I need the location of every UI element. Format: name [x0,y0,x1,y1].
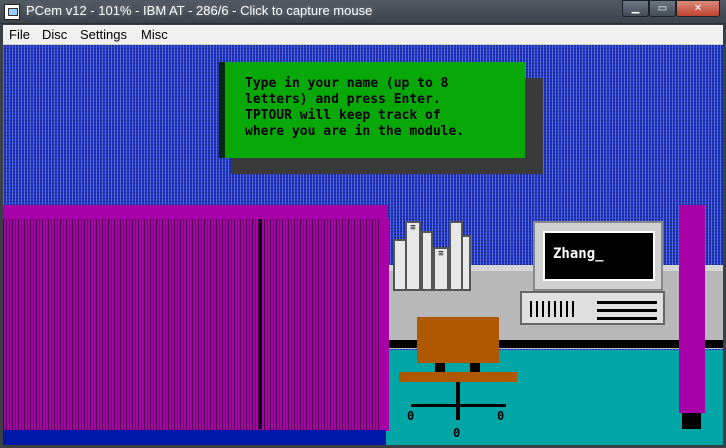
chair-wheel: 0 [497,409,505,423]
name-input[interactable]: Zhang_ [553,246,604,262]
maximize-button[interactable]: ▭ [649,0,676,17]
chair-seat [399,372,517,382]
vent [548,301,550,317]
vent [542,301,544,317]
vent [572,301,574,317]
cabinet-edge [381,219,389,431]
menu-settings[interactable]: Settings [80,27,127,42]
storage-cabinet [3,205,388,430]
book [461,235,471,291]
book: ≡ [405,221,421,291]
bookshelf: ≡ ≡ [393,221,471,291]
disk-drive [597,309,657,312]
menu-file[interactable]: File [9,27,30,42]
disk-drive [597,317,657,320]
monitor-screen: Zhang_ [543,231,655,281]
title-bar[interactable]: PCem v12 - 101% - IBM AT - 286/6 - Click… [0,0,726,24]
minimize-button[interactable]: ▁ [622,0,649,17]
pillar [679,205,705,413]
cabinet-divider [259,219,262,429]
floor-strip [3,430,386,445]
dialog-message: Type in your name (up to 8 letters) and … [245,76,465,139]
vent [566,301,568,317]
app-icon [4,4,20,20]
computer-monitor: Zhang_ [533,221,663,291]
menu-disc[interactable]: Disc [42,27,67,42]
menu-misc[interactable]: Misc [141,27,168,42]
vent [560,301,562,317]
computer-unit [520,291,665,325]
chair-base [411,404,506,407]
chair-back [417,317,499,363]
book: ≡ [433,247,449,291]
disk-drive [597,301,657,304]
window-title: PCem v12 - 101% - IBM AT - 286/6 - Click… [26,3,373,18]
cabinet-top [3,205,388,219]
name-prompt-dialog: Type in your name (up to 8 letters) and … [219,62,525,158]
menu-bar: File Disc Settings Misc [3,25,723,45]
book [421,231,433,291]
chair-wheel: 0 [453,426,461,440]
emulator-window: PCem v12 - 101% - IBM AT - 286/6 - Click… [0,0,726,448]
emulated-screen[interactable]: Type in your name (up to 8 letters) and … [3,45,723,445]
close-button[interactable]: ✕ [676,0,720,17]
chair-wheel: 0 [407,409,415,423]
vent [536,301,538,317]
pillar-foot [682,413,701,429]
vent [530,301,532,317]
vent [554,301,556,317]
chair-post [456,382,460,420]
